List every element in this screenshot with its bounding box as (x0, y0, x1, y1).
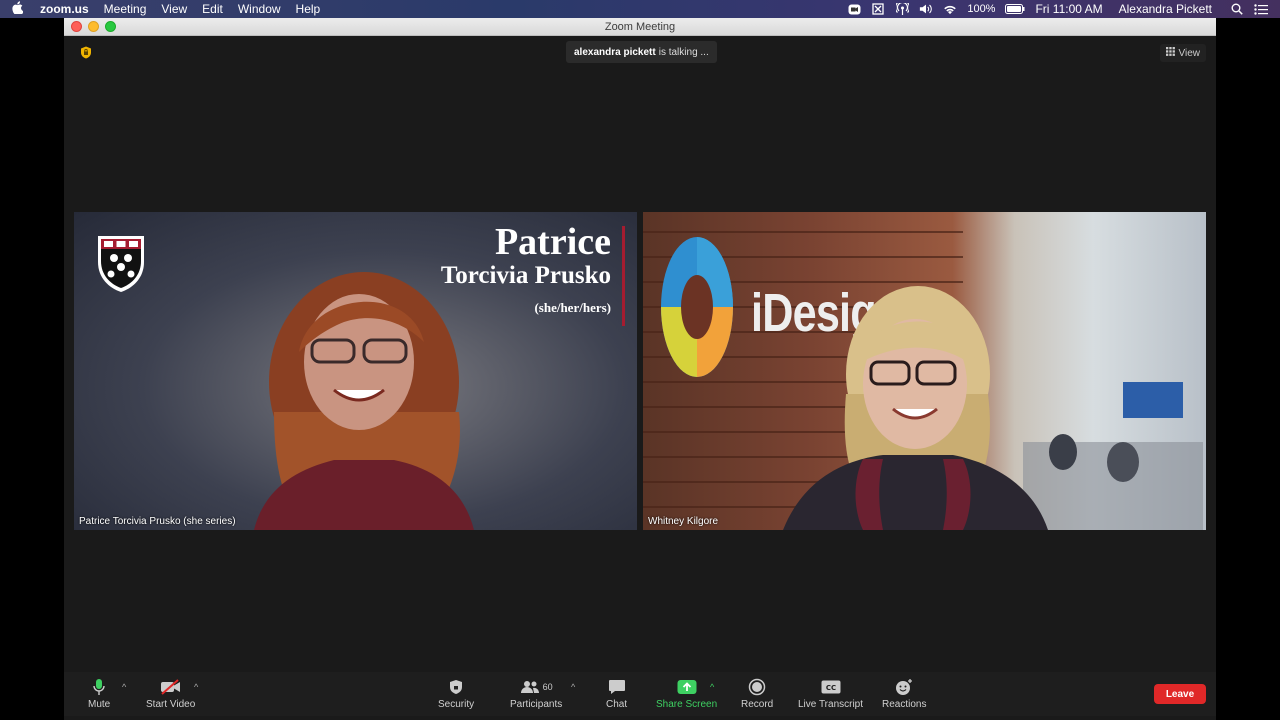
start-video-button[interactable]: Start Video (146, 676, 195, 710)
control-center-icon[interactable] (1254, 3, 1268, 15)
airdrop-icon[interactable] (895, 3, 909, 15)
record-icon (748, 676, 766, 698)
battery-icon[interactable] (1005, 4, 1025, 15)
participant-video-patrice (254, 272, 474, 530)
share-screen-button[interactable]: Share Screen (656, 676, 717, 710)
zoom-status-icon[interactable] (847, 4, 861, 15)
window-titlebar[interactable]: Zoom Meeting (64, 18, 1216, 36)
meeting-toolbar: Mute ^ Start Video ^ Security 60 Partici… (64, 672, 1216, 716)
active-speaker-name: alexandra pickett (574, 46, 656, 58)
record-button[interactable]: Record (741, 676, 773, 710)
security-shield-icon (449, 676, 463, 698)
video-off-icon (160, 676, 182, 698)
idesign-logo-icon (661, 237, 733, 377)
apple-menu-icon[interactable] (12, 1, 26, 17)
participants-label: Participants (510, 699, 563, 710)
grid-icon (1165, 47, 1175, 59)
screen-mirror-icon[interactable] (871, 3, 885, 15)
share-screen-icon (677, 676, 697, 698)
reaction-emoji-icon (895, 676, 913, 698)
menu-help[interactable]: Help (296, 2, 321, 16)
mute-label: Mute (88, 699, 111, 710)
participants-icon-wrap: 60 (520, 676, 553, 698)
start-video-label: Start Video (146, 699, 196, 710)
wifi-icon[interactable] (943, 4, 957, 15)
harvard-shield-logo (98, 236, 144, 292)
volume-icon[interactable] (919, 4, 933, 15)
participants-icon (520, 681, 539, 693)
leave-button[interactable]: Leave (1154, 684, 1206, 704)
audio-options-caret-icon[interactable]: ^ (122, 682, 126, 692)
live-transcript-button[interactable]: CC Live Transcript (798, 676, 863, 710)
view-label: View (1178, 47, 1201, 59)
record-label: Record (741, 699, 774, 710)
overlay-first-name: Patrice (494, 221, 611, 263)
active-speaker-suffix: is talking ... (658, 46, 709, 58)
view-layout-button[interactable]: View (1159, 44, 1206, 62)
video-tile-patrice[interactable]: Patrice Torcivia Prusko (she/her/hers) P… (74, 212, 637, 530)
active-speaker-indicator: alexandra pickett is talking ... (566, 41, 717, 63)
security-button[interactable]: Security (438, 676, 474, 710)
participant-name-tag: Whitney Kilgore (648, 516, 719, 527)
share-screen-label: Share Screen (656, 699, 718, 710)
microphone-icon (92, 676, 106, 698)
window-title: Zoom Meeting (604, 20, 676, 33)
menu-edit[interactable]: Edit (202, 2, 223, 16)
participant-name-tag: Patrice Torcivia Prusko (she series) (79, 516, 236, 527)
video-tile-whitney[interactable]: iDesign Whitney Kilgore (643, 212, 1206, 530)
participants-count: 60 (542, 682, 553, 692)
security-label: Security (438, 699, 475, 710)
menu-window[interactable]: Window (238, 2, 281, 16)
encryption-shield-icon[interactable] (80, 46, 92, 59)
participants-button[interactable]: 60 Participants (510, 676, 562, 710)
menubar-clock[interactable]: Fri 11:00 AM (1035, 2, 1102, 16)
menubar-user[interactable]: Alexandra Pickett (1119, 2, 1212, 16)
mute-button[interactable]: Mute (88, 676, 110, 710)
reactions-label: Reactions (882, 699, 927, 710)
closed-caption-icon: CC (821, 676, 841, 698)
overlay-accent-bar (622, 226, 625, 326)
video-options-caret-icon[interactable]: ^ (194, 682, 198, 692)
menu-meeting[interactable]: Meeting (104, 2, 147, 16)
chat-label: Chat (606, 699, 628, 710)
live-transcript-label: Live Transcript (798, 699, 864, 710)
meeting-content: alexandra pickett is talking ... View Pa… (64, 36, 1216, 672)
spotlight-search-icon[interactable] (1230, 3, 1244, 15)
participants-caret-icon[interactable]: ^ (571, 682, 575, 692)
zoom-meeting-window: Zoom Meeting alexandra pickett is talkin… (64, 18, 1216, 720)
svg-text:CC: CC (825, 684, 835, 692)
battery-percent: 100% (967, 3, 996, 15)
participant-video-whitney (783, 286, 1048, 530)
share-options-caret-icon[interactable]: ^ (710, 682, 714, 692)
reactions-button[interactable]: Reactions (882, 676, 926, 710)
menu-app-name[interactable]: zoom.us (40, 2, 89, 16)
menu-view[interactable]: View (161, 2, 187, 16)
chat-bubble-icon (608, 676, 626, 698)
chat-button[interactable]: Chat (606, 676, 627, 710)
mac-menu-bar: zoom.us Meeting View Edit Window Help 10… (0, 0, 1280, 18)
